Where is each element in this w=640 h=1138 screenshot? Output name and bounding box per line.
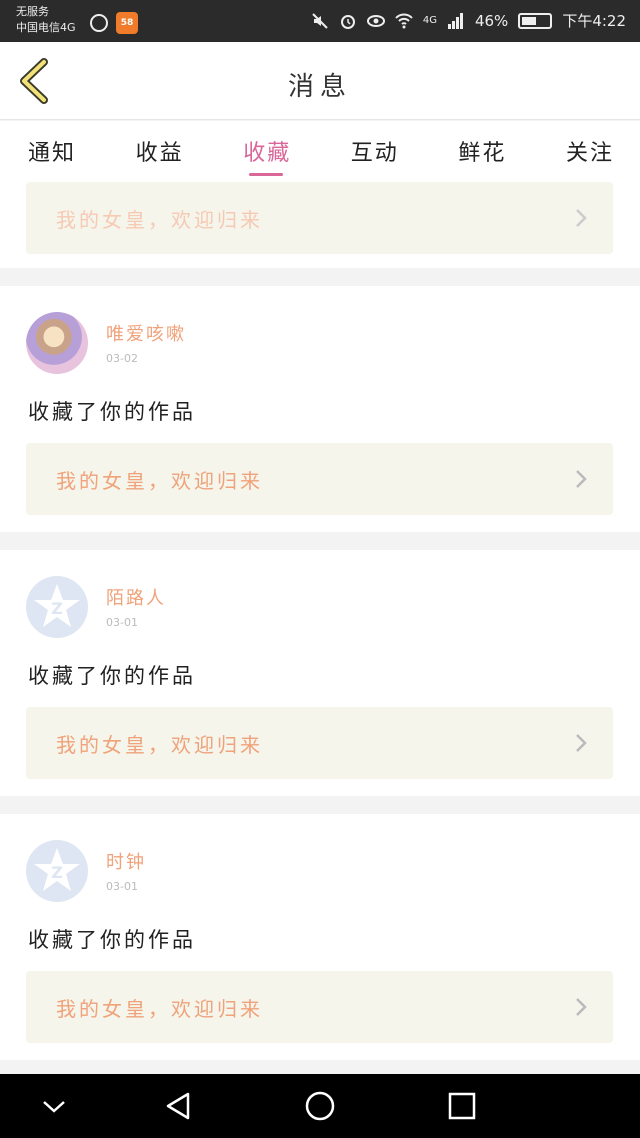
message-action: 收藏了你的作品 xyxy=(28,664,196,688)
clock: 下午4:22 xyxy=(562,12,626,30)
svg-text:Z: Z xyxy=(51,863,63,882)
status-bar: 无服务 中国电信4G 58 4G 46% 下午4:22 xyxy=(0,0,640,42)
username[interactable]: 陌路人 xyxy=(106,584,166,610)
tab-favorites[interactable]: 收藏 xyxy=(243,121,291,178)
tab-interactions[interactable]: 互动 xyxy=(351,121,399,178)
chevron-right-icon xyxy=(576,470,587,488)
work-title: 我的女皇，欢迎归来 xyxy=(56,208,263,232)
message-action: 收藏了你的作品 xyxy=(28,400,196,424)
wifi-icon xyxy=(395,13,413,28)
system-nav-bar xyxy=(0,1074,640,1138)
work-title: 我的女皇，欢迎归来 xyxy=(56,997,263,1021)
message-action: 收藏了你的作品 xyxy=(28,928,196,952)
page-header: 消息 xyxy=(0,42,640,120)
eye-icon xyxy=(366,14,385,27)
alarm-icon xyxy=(340,14,355,29)
tab-earnings[interactable]: 收益 xyxy=(136,121,184,178)
chevron-right-icon xyxy=(576,209,587,227)
work-title: 我的女皇，欢迎归来 xyxy=(56,733,263,757)
default-avatar-icon[interactable]: Z xyxy=(26,840,88,902)
battery-percent: 46% xyxy=(474,11,509,30)
username[interactable]: 唯爱咳嗽 xyxy=(106,320,186,346)
message-card: 唯爱咳嗽 03-02 收藏了你的作品 我的女皇，欢迎归来 xyxy=(0,286,640,532)
battery-icon xyxy=(518,12,553,29)
chevron-right-icon xyxy=(576,998,587,1016)
svg-text:Z: Z xyxy=(51,599,63,618)
work-link-row[interactable]: 我的女皇，欢迎归来 xyxy=(26,443,613,515)
message-date: 03-02 xyxy=(106,352,138,365)
message-date: 03-01 xyxy=(106,616,138,629)
message-date: 03-01 xyxy=(106,880,138,893)
message-card: Z 陌路人 03-01 收藏了你的作品 我的女皇，欢迎归来 xyxy=(0,550,640,796)
tab-flowers[interactable]: 鲜花 xyxy=(458,121,506,178)
recents-square-icon[interactable] xyxy=(444,1088,480,1124)
carrier-line2: 中国电信4G xyxy=(16,21,76,34)
mute-icon xyxy=(312,12,328,29)
back-triangle-icon[interactable] xyxy=(160,1088,196,1124)
user-avatar[interactable] xyxy=(26,312,88,374)
netease-music-icon xyxy=(90,14,108,32)
work-link-row[interactable]: 我的女皇，欢迎归来 xyxy=(26,182,613,254)
work-title: 我的女皇，欢迎归来 xyxy=(56,469,263,493)
chevron-right-icon xyxy=(576,734,587,752)
default-avatar-icon[interactable]: Z xyxy=(26,576,88,638)
message-card: Z 时钟 03-01 收藏了你的作品 我的女皇，欢迎归来 xyxy=(0,814,640,1060)
app-notification-icon: 58 xyxy=(116,12,138,34)
carrier-info: 无服务 中国电信4G xyxy=(16,4,76,36)
username[interactable]: 时钟 xyxy=(106,848,146,874)
message-card: 我的女皇，欢迎归来 xyxy=(0,178,640,268)
page-title: 消息 xyxy=(287,72,352,102)
tab-notifications[interactable]: 通知 xyxy=(28,121,76,178)
home-circle-icon[interactable] xyxy=(302,1088,338,1124)
work-link-row[interactable]: 我的女皇，欢迎归来 xyxy=(26,707,613,779)
chevron-down-icon[interactable] xyxy=(36,1088,72,1124)
message-list: 我的女皇，欢迎归来 唯爱咳嗽 03-02 收藏了你的作品 我的女皇，欢迎归来 Z… xyxy=(0,178,640,1074)
signal-icon xyxy=(447,12,463,29)
status-icons: 4G 46% 下午4:22 xyxy=(311,10,626,31)
tab-follows[interactable]: 关注 xyxy=(566,121,614,178)
carrier-line1: 无服务 xyxy=(16,5,49,18)
work-link-row[interactable]: 我的女皇，欢迎归来 xyxy=(26,971,613,1043)
network-type: 4G xyxy=(422,15,437,26)
tab-bar: 通知 收益 收藏 互动 鲜花 关注 xyxy=(0,121,640,178)
